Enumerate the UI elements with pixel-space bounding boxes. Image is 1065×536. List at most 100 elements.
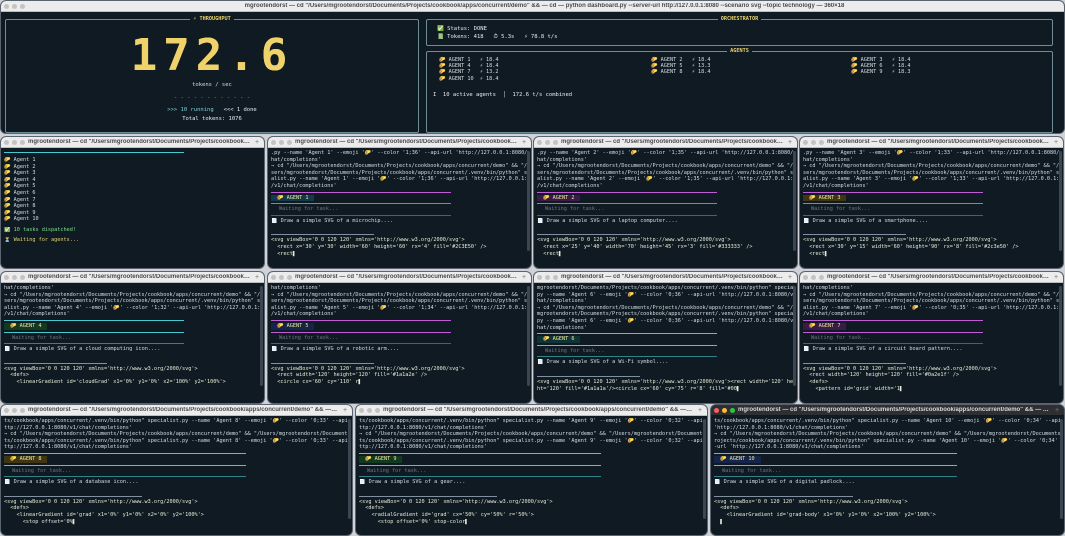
scrollbar[interactable] [1059, 151, 1062, 251]
zoom-dot-icon[interactable] [20, 139, 25, 145]
zoom-dot-icon[interactable] [287, 139, 292, 145]
close-dot-icon[interactable] [803, 139, 808, 145]
svg-output-line: <pattern id='grid' width='1▌ [803, 385, 903, 392]
command-line: py --name 'Agent 6' --emoji '🌮' --color … [537, 317, 794, 324]
agents-panel: AGENTS 🌮 AGENT 1 ⚡ 18.4 🌮 AGENT 4 ⚡ 18.4… [426, 48, 1053, 133]
zoom-dot-icon[interactable] [819, 274, 824, 280]
svg-output-line: <rect x='30' y='15' width='60' height='9… [803, 243, 1019, 250]
terminal-titlebar[interactable]: mgrootendorst — cd "/Users/mgrootendorst… [268, 137, 531, 148]
task-text: 📄 Draw a simple SVG of a cloud computing… [4, 346, 161, 353]
minimize-dot-icon[interactable] [12, 3, 17, 9]
close-dot-icon[interactable] [359, 407, 364, 413]
waiting-text: Waiting for task... [279, 334, 339, 341]
command-line: hat/completions' [271, 285, 321, 291]
new-tab-icon[interactable]: + [253, 139, 261, 146]
scrollbar[interactable] [793, 286, 796, 386]
terminal-titlebar[interactable]: mgrootendorst — cd "/Users/mgrootendorst… [356, 405, 707, 416]
close-dot-icon[interactable] [4, 274, 9, 280]
minimize-dot-icon[interactable] [545, 274, 550, 280]
task-text: 📄 Draw a simple SVG of a robotic arm.... [271, 346, 400, 353]
agents-col-1: 🌮 AGENT 1 ⚡ 18.4 🌮 AGENT 4 ⚡ 18.4 🌮 AGEN… [439, 57, 499, 82]
close-dot-icon[interactable] [4, 3, 9, 9]
agent-terminal-1[interactable]: mgrootendorst — cd "/Users/mgrootendorst… [267, 136, 532, 269]
close-dot-icon[interactable] [537, 139, 542, 145]
zoom-dot-icon[interactable] [20, 274, 25, 280]
minimize-dot-icon[interactable] [12, 139, 17, 145]
zoom-dot-icon[interactable] [553, 139, 558, 145]
agent-terminal-6[interactable]: mgrootendorst — cd "/Users/mgrootendorst… [533, 271, 798, 404]
agents-summary: I 10 active agents │ 172.6 t/s combined [433, 92, 573, 98]
close-dot-icon[interactable] [4, 407, 9, 413]
scrollbar[interactable] [260, 286, 263, 386]
throughput-unit: tokens / sec [192, 82, 232, 88]
close-dot-icon[interactable] [271, 139, 276, 145]
close-dot-icon[interactable] [4, 139, 9, 145]
minimize-dot-icon[interactable] [367, 407, 372, 413]
zoom-dot-icon[interactable] [20, 3, 25, 9]
new-tab-icon[interactable]: + [1052, 274, 1060, 281]
task-text: 📄 Draw a simple SVG of a digital padlock… [714, 479, 855, 486]
new-tab-icon[interactable]: + [253, 274, 261, 281]
agent-terminal-5[interactable]: mgrootendorst — cd "/Users/mgrootendorst… [267, 271, 532, 404]
svg-output-line: <stop offset='0%' stop-color▌ [359, 518, 469, 525]
minimize-dot-icon[interactable] [12, 274, 17, 280]
orchestrator-terminal[interactable]: mgrootendorst — cd "/Users/mgrootendorst… [0, 136, 265, 269]
dashboard-window[interactable]: mgrootendorst — cd "/Users/mgrootendorst… [0, 0, 1065, 134]
zoom-dot-icon[interactable] [553, 274, 558, 280]
command-line: → cd "/Users/mgrootendorst/Documents/Pro… [4, 291, 261, 298]
terminal-titlebar[interactable]: mgrootendorst — cd "/Users/mgrootendorst… [711, 405, 1064, 416]
agent-terminal-7[interactable]: mgrootendorst — cd "/Users/mgrootendorst… [799, 271, 1064, 404]
command-line: hat/completions' [271, 156, 321, 163]
close-dot-icon[interactable] [271, 274, 276, 280]
terminal-titlebar[interactable]: mgrootendorst — cd "/Users/mgrootendorst… [534, 137, 797, 148]
new-tab-icon[interactable]: + [1052, 139, 1060, 146]
agent-terminal-3[interactable]: mgrootendorst — cd "/Users/mgrootendorst… [799, 136, 1064, 269]
terminal-titlebar[interactable]: mgrootendorst — cd "/Users/mgrootendorst… [800, 272, 1063, 283]
divider [4, 452, 246, 454]
scrollbar[interactable] [1060, 419, 1063, 519]
minimize-dot-icon[interactable] [545, 139, 550, 145]
scrollbar[interactable] [527, 151, 530, 251]
minimize-dot-icon[interactable] [722, 407, 727, 413]
new-tab-icon[interactable]: + [520, 274, 528, 281]
new-tab-icon[interactable]: + [520, 139, 528, 146]
new-tab-icon[interactable]: + [696, 407, 704, 414]
new-tab-icon[interactable]: + [786, 274, 794, 281]
close-dot-icon[interactable] [803, 274, 808, 280]
minimize-dot-icon[interactable] [12, 407, 17, 413]
agent-terminal-4[interactable]: mgrootendorst — cd "/Users/mgrootendorst… [0, 271, 265, 404]
zoom-dot-icon[interactable] [375, 407, 380, 413]
minimize-dot-icon[interactable] [279, 139, 284, 145]
zoom-dot-icon[interactable] [20, 407, 25, 413]
terminal-titlebar[interactable]: mgrootendorst — cd "/Users/mgrootendorst… [268, 272, 531, 283]
dashboard-titlebar[interactable]: mgrootendorst — cd "/Users/mgrootendorst… [1, 1, 1064, 12]
command-line: mgrootendorst/Documents/Projects/cookboo… [537, 285, 794, 291]
minimize-dot-icon[interactable] [811, 139, 816, 145]
new-tab-icon[interactable]: + [786, 139, 794, 146]
agent-terminal-10[interactable]: mgrootendorst — cd "/Users/mgrootendorst… [710, 404, 1065, 536]
orchestrator-tokens: 📗 Tokens: 418 ⏱ 5.3s ⚡ 78.8 t/s [437, 34, 558, 40]
new-tab-icon[interactable]: + [1053, 407, 1061, 414]
close-dot-icon[interactable] [537, 274, 542, 280]
divider [271, 234, 374, 236]
terminal-titlebar[interactable]: mgrootendorst — cd "/Users/mgrootendorst… [1, 405, 352, 416]
scrollbar[interactable] [527, 286, 530, 386]
terminal-titlebar[interactable]: mgrootendorst — cd "/Users/mgrootendorst… [800, 137, 1063, 148]
scrollbar[interactable] [703, 419, 706, 519]
terminal-titlebar[interactable]: mgrootendorst — cd "/Users/mgrootendorst… [534, 272, 797, 283]
minimize-dot-icon[interactable] [811, 274, 816, 280]
divider [803, 214, 983, 216]
zoom-dot-icon[interactable] [730, 407, 735, 413]
zoom-dot-icon[interactable] [819, 139, 824, 145]
minimize-dot-icon[interactable] [279, 274, 284, 280]
scrollbar[interactable] [348, 419, 351, 519]
scrollbar[interactable] [1059, 286, 1062, 386]
scrollbar[interactable] [793, 151, 796, 251]
agent-terminal-8[interactable]: mgrootendorst — cd "/Users/mgrootendorst… [0, 404, 353, 536]
zoom-dot-icon[interactable] [287, 274, 292, 280]
agent-terminal-9[interactable]: mgrootendorst — cd "/Users/mgrootendorst… [355, 404, 708, 536]
close-dot-icon[interactable] [714, 407, 719, 413]
new-tab-icon[interactable]: + [341, 407, 349, 414]
agent-terminal-2[interactable]: mgrootendorst — cd "/Users/mgrootendorst… [533, 136, 798, 269]
terminal-titlebar[interactable]: mgrootendorst — cd "/Users/mgrootendorst… [1, 272, 264, 283]
